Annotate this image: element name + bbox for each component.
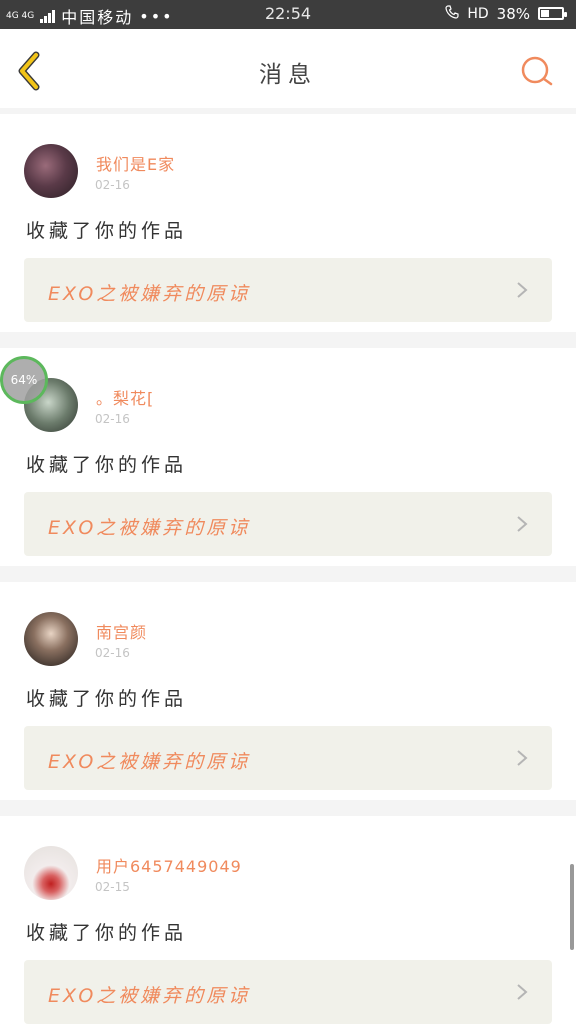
- message-list: 我们是E家 02-16 收藏了你的作品 EXO之被嫌弃的原谅 。梨花[ 02-1…: [0, 108, 576, 1034]
- username[interactable]: 。梨花[: [96, 385, 154, 409]
- avatar[interactable]: [24, 144, 78, 198]
- battery-icon: [538, 7, 567, 20]
- message-item: 南宫颜 02-16 收藏了你的作品 EXO之被嫌弃的原谅: [0, 582, 576, 800]
- app-header: 消息: [0, 29, 576, 108]
- chevron-right-icon: [517, 516, 528, 532]
- list-divider: [0, 566, 576, 582]
- username[interactable]: 南宫颜: [96, 619, 147, 643]
- scrollbar[interactable]: [570, 864, 574, 950]
- chevron-right-icon: [517, 282, 528, 298]
- work-title: EXO之被嫌弃的原谅: [48, 985, 251, 1007]
- chevron-right-icon: [517, 750, 528, 766]
- message-date: 02-16: [95, 646, 130, 660]
- chevron-right-icon: [517, 984, 528, 1000]
- action-text: 收藏了你的作品: [26, 454, 188, 476]
- search-icon: [521, 56, 553, 86]
- message-item: 。梨花[ 02-16 收藏了你的作品 EXO之被嫌弃的原谅: [0, 348, 576, 566]
- status-bar: 4G 4G 中国移动 ••• 22:54 HD 38%: [0, 0, 576, 29]
- phone-icon: [445, 4, 459, 23]
- work-card[interactable]: EXO之被嫌弃的原谅: [24, 258, 552, 322]
- action-text: 收藏了你的作品: [26, 220, 188, 242]
- message-item: 我们是E家 02-16 收藏了你的作品 EXO之被嫌弃的原谅: [0, 114, 576, 332]
- message-date: 02-15: [95, 880, 130, 894]
- message-date: 02-16: [95, 178, 130, 192]
- hd-indicator: HD: [467, 5, 489, 22]
- status-right: HD 38%: [445, 4, 567, 23]
- avatar[interactable]: [24, 612, 78, 666]
- work-card[interactable]: EXO之被嫌弃的原谅: [24, 492, 552, 556]
- floating-progress-badge[interactable]: 64%: [0, 356, 48, 404]
- list-divider: [0, 332, 576, 348]
- action-text: 收藏了你的作品: [26, 922, 188, 944]
- username[interactable]: 用户6457449049: [96, 853, 242, 877]
- battery-percent: 38%: [496, 4, 530, 23]
- work-title: EXO之被嫌弃的原谅: [48, 283, 251, 305]
- username[interactable]: 我们是E家: [96, 151, 175, 175]
- search-button[interactable]: [520, 55, 554, 89]
- list-divider: [0, 800, 576, 816]
- message-date: 02-16: [95, 412, 130, 426]
- action-text: 收藏了你的作品: [26, 688, 188, 710]
- avatar[interactable]: [24, 846, 78, 900]
- message-item: 用户6457449049 02-15 收藏了你的作品 EXO之被嫌弃的原谅: [0, 816, 576, 1034]
- work-title: EXO之被嫌弃的原谅: [48, 751, 251, 773]
- work-card[interactable]: EXO之被嫌弃的原谅: [24, 960, 552, 1024]
- work-card[interactable]: EXO之被嫌弃的原谅: [24, 726, 552, 790]
- page-title: 消息: [259, 62, 317, 88]
- work-title: EXO之被嫌弃的原谅: [48, 517, 251, 539]
